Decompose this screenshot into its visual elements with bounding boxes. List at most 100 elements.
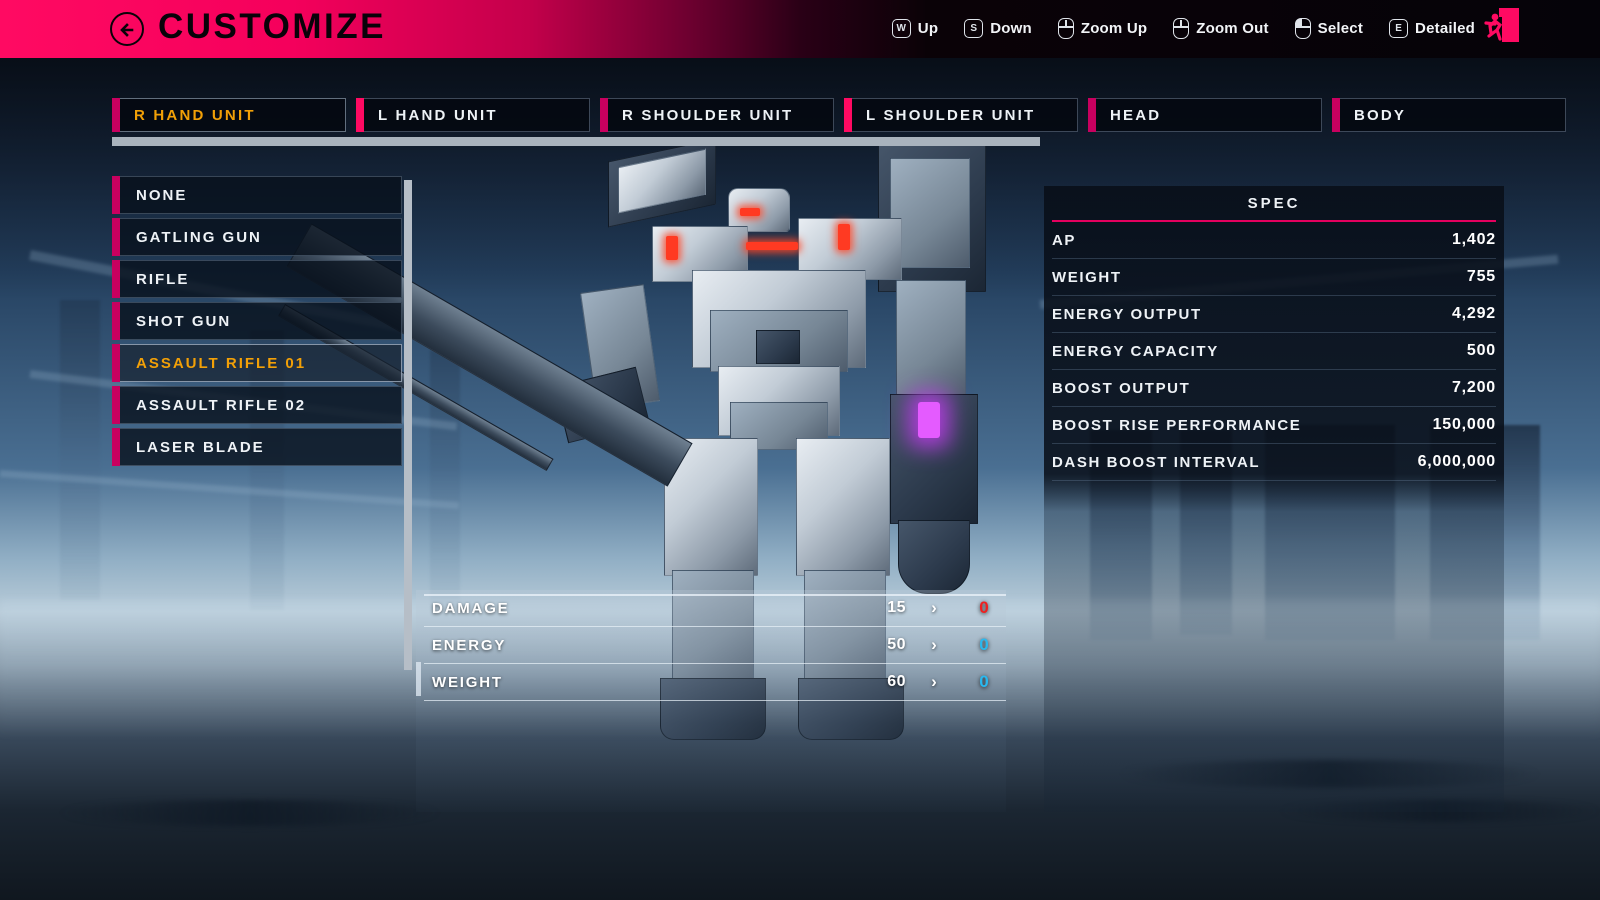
stat-row-energy: ENERGY 50 › 0 [424, 627, 1006, 664]
list-item-label: ASSAULT RIFLE 02 [136, 396, 307, 414]
spec-row-label: ENERGY OUTPUT [1052, 305, 1202, 323]
parts-list: NONE GATLING GUN RIFLE SHOT GUN ASSAULT … [112, 176, 402, 470]
spec-row-boost-rise-performance: BOOST RISE PERFORMANCE 150,000 [1052, 407, 1496, 444]
mouse-wheel-icon [1057, 18, 1074, 39]
hint-label-select: Select [1317, 20, 1364, 37]
list-item[interactable]: NONE [112, 176, 402, 214]
spec-row-boost-output: BOOST OUTPUT 7,200 [1052, 370, 1496, 407]
page-title: CUSTOMIZE [158, 7, 386, 46]
spec-row-value: 755 [1466, 268, 1496, 285]
spec-row-energy-capacity: ENERGY CAPACITY 500 [1052, 333, 1496, 370]
stats-left-scroll-tick [416, 662, 421, 696]
list-item-label: SHOT GUN [136, 312, 232, 330]
hint-detailed[interactable]: E Detailed [1389, 19, 1475, 38]
tab-label: R HAND UNIT [134, 106, 256, 124]
hint-up[interactable]: W Up [891, 19, 939, 38]
key-badge-w: W [891, 19, 911, 38]
key-badge-e: E [1389, 19, 1409, 38]
list-item-marker [112, 260, 120, 298]
back-button[interactable] [110, 12, 144, 46]
stat-value: 60 [887, 673, 906, 690]
tab-marker [1332, 98, 1340, 132]
tab-label: BODY [1354, 106, 1407, 124]
mouse-wheel-icon [1173, 18, 1190, 39]
parts-list-scrollbar-thumb[interactable] [404, 180, 412, 670]
unit-slot-tabs: R HAND UNIT L HAND UNIT R SHOULDER UNIT … [112, 98, 1566, 132]
list-item[interactable]: SHOT GUN [112, 302, 402, 340]
tab-body[interactable]: BODY [1332, 98, 1566, 132]
tab-l-hand-unit[interactable]: L HAND UNIT [356, 98, 590, 132]
spec-row-energy-output: ENERGY OUTPUT 4,292 [1052, 296, 1496, 333]
stat-label: WEIGHT [432, 673, 503, 691]
tab-marker [600, 98, 608, 132]
stat-row-weight: WEIGHT 60 › 0 [424, 664, 1006, 701]
spec-row-label: BOOST OUTPUT [1052, 379, 1191, 397]
tab-r-shoulder-unit[interactable]: R SHOULDER UNIT [600, 98, 834, 132]
spec-row-label: WEIGHT [1052, 268, 1122, 286]
floor-reflection [60, 800, 440, 826]
hangar-pillar [430, 350, 460, 610]
spec-panel: SPEC AP 1,402 WEIGHT 755 ENERGY OUTPUT 4… [1044, 186, 1504, 812]
stat-label: DAMAGE [432, 599, 510, 617]
list-item-label: NONE [136, 186, 188, 204]
hint-label-down: Down [990, 20, 1032, 37]
parts-list-scrollbar[interactable] [404, 180, 412, 670]
control-hints: W Up S Down Zoom Up Zoom Out Select E De… [891, 18, 1475, 39]
tab-l-shoulder-unit[interactable]: L SHOULDER UNIT [844, 98, 1078, 132]
exit-run-icon[interactable] [1482, 6, 1522, 48]
spec-row-dash-boost-interval: DASH BOOST INTERVAL 6,000,000 [1052, 444, 1496, 481]
spec-row-value: 6,000,000 [1417, 453, 1496, 470]
list-item-label: ASSAULT RIFLE 01 [136, 354, 307, 372]
spec-row-label: BOOST RISE PERFORMANCE [1052, 416, 1302, 434]
spec-row-label: DASH BOOST INTERVAL [1052, 453, 1261, 471]
hint-down[interactable]: S Down [964, 19, 1032, 38]
spec-row-value: 1,402 [1451, 231, 1496, 248]
tab-label: HEAD [1110, 106, 1162, 124]
stat-label: ENERGY [432, 636, 507, 654]
hint-label-detailed: Detailed [1415, 20, 1475, 37]
stat-row-damage: DAMAGE 15 › 0 [424, 590, 1006, 627]
hint-zoom-out[interactable]: Zoom Out [1173, 18, 1268, 39]
hint-zoom-up[interactable]: Zoom Up [1057, 18, 1147, 39]
stat-delta: 0 [979, 635, 989, 654]
stat-delta: 0 [979, 598, 989, 617]
list-item-selected[interactable]: ASSAULT RIFLE 01 [112, 344, 402, 382]
spec-row-value: 4,292 [1451, 305, 1496, 322]
spec-row-ap: AP 1,402 [1052, 222, 1496, 259]
list-item-marker [112, 386, 120, 424]
tab-marker [112, 98, 120, 132]
tabs-horizontal-scrollbar[interactable] [112, 137, 1040, 146]
tab-marker [356, 98, 364, 132]
hint-select[interactable]: Select [1294, 18, 1364, 39]
spec-row-label: AP [1052, 231, 1077, 249]
list-item[interactable]: GATLING GUN [112, 218, 402, 256]
stat-value: 15 [887, 599, 906, 616]
chevron-right-icon: › [931, 598, 937, 617]
tab-label: R SHOULDER UNIT [622, 106, 794, 124]
list-item[interactable]: ASSAULT RIFLE 02 [112, 386, 402, 424]
tabs-scrollbar-thumb[interactable] [112, 137, 1040, 146]
spec-row-weight: WEIGHT 755 [1052, 259, 1496, 296]
tab-head[interactable]: HEAD [1088, 98, 1322, 132]
spec-panel-title: SPEC [1247, 194, 1301, 212]
list-item-label: LASER BLADE [136, 438, 265, 456]
hint-label-up: Up [917, 20, 939, 37]
key-badge-s: S [964, 19, 984, 38]
tab-marker [1088, 98, 1096, 132]
tab-label: L HAND UNIT [378, 106, 498, 124]
list-item-label: GATLING GUN [136, 228, 262, 246]
hangar-pillar [60, 300, 100, 600]
chevron-right-icon: › [931, 672, 937, 691]
spec-row-value: 150,000 [1432, 416, 1496, 433]
header-bar: CUSTOMIZE W Up S Down Zoom Up Zoom Out S… [0, 0, 1600, 58]
back-arrow-icon [120, 23, 134, 37]
spec-row-value: 7,200 [1451, 379, 1496, 396]
stat-delta: 0 [979, 672, 989, 691]
tab-marker [844, 98, 852, 132]
part-stats-panel: DAMAGE 15 › 0 ENERGY 50 › 0 WEIGHT 60 › … [416, 590, 1006, 812]
list-item-marker [112, 302, 120, 340]
tab-r-hand-unit[interactable]: R HAND UNIT [112, 98, 346, 132]
list-item[interactable]: RIFLE [112, 260, 402, 298]
chevron-right-icon: › [931, 635, 937, 654]
list-item[interactable]: LASER BLADE [112, 428, 402, 466]
